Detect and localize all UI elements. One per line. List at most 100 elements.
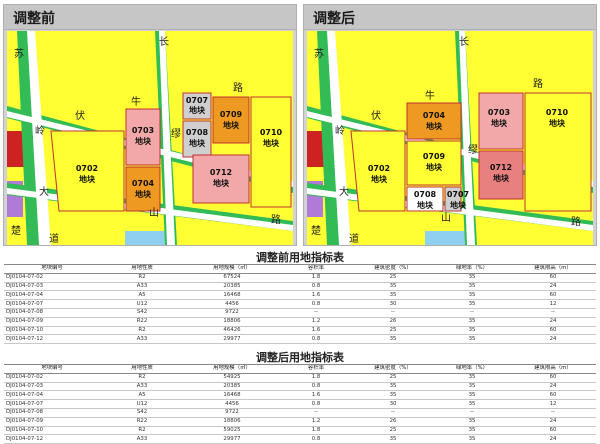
table-cell: 35 bbox=[434, 434, 510, 444]
table-cell: 25 bbox=[352, 426, 434, 436]
table-cell: 35 bbox=[434, 390, 510, 401]
road-label-niu: 牛 bbox=[425, 89, 435, 102]
table-cell: -- bbox=[510, 308, 596, 318]
parcel-0703-code: 0703 bbox=[132, 126, 154, 135]
parcel-0708-code: 0708 bbox=[414, 190, 437, 199]
table-row: DJ0104-07-03 A33 20385 0.8 35 35 24 bbox=[4, 382, 596, 392]
header-cell: 用地性质 bbox=[100, 364, 184, 374]
parcel-0702-label: 地块 bbox=[371, 174, 388, 184]
table-cell: 35 bbox=[434, 426, 510, 436]
table-cell: 30 bbox=[352, 299, 434, 309]
table-row: DJ0104-07-09 R22 18806 1.2 26 35 24 bbox=[4, 317, 596, 327]
table-cell: A5 bbox=[100, 290, 184, 301]
table-cell: S42 bbox=[100, 408, 184, 418]
table-cell: 0.8 bbox=[280, 399, 352, 409]
table-header-row: 地块编号 用地性质 用地规模（㎡） 容积率 建筑密度（%） 绿地率（%） 建筑限… bbox=[4, 364, 596, 374]
table-row: DJ0104-07-04 A5 16468 1.6 35 35 60 bbox=[4, 390, 596, 401]
table-cell: 1.8 bbox=[280, 273, 352, 283]
parcel-0710-code: 0710 bbox=[546, 108, 569, 117]
table-cell: -- bbox=[280, 308, 352, 318]
road-label-lu1: 路 bbox=[233, 81, 243, 94]
table-cell: 35 bbox=[352, 334, 434, 345]
parcel-0703-code: 0703 bbox=[488, 108, 510, 117]
table-cell: R22 bbox=[100, 317, 184, 327]
header-cell: 绿地率（%） bbox=[434, 264, 510, 274]
table-cell: 35 bbox=[434, 273, 510, 283]
table-cell: 35 bbox=[434, 299, 510, 309]
parcel-0712-label: 地块 bbox=[493, 173, 510, 183]
road-label-chang: 长 bbox=[459, 36, 469, 48]
table-cell: 35 bbox=[434, 373, 510, 383]
table-cell: A5 bbox=[100, 390, 184, 401]
map-panel-before: 调整前 0702 地块 0703 地块 0704 地块 0707 地块 0708… bbox=[3, 4, 297, 246]
table-cell: 0.8 bbox=[280, 299, 352, 309]
table-cell: 24 bbox=[510, 334, 596, 345]
road-label-ling: 岭 bbox=[35, 124, 45, 137]
table-cell: 29977 bbox=[184, 334, 280, 345]
parcel-0707-label: 地块 bbox=[450, 200, 467, 210]
table-cell: 24 bbox=[510, 434, 596, 444]
header-cell: 建筑限高（m） bbox=[510, 264, 596, 274]
table-cell: 25 bbox=[352, 273, 434, 283]
parcel-0708-code: 0708 bbox=[186, 128, 209, 137]
parcel-0704-code: 0704 bbox=[423, 111, 446, 120]
road-label-da: 大 bbox=[339, 185, 349, 198]
table-row: DJ0104-07-03 A33 20385 0.8 35 35 24 bbox=[4, 282, 596, 292]
indicator-table-before: 地块编号 用地性质 用地规模（㎡） 容积率 建筑密度（%） 绿地率（%） 建筑限… bbox=[4, 264, 596, 345]
table-cell: A33 bbox=[100, 334, 184, 345]
parcel-0704-label: 地块 bbox=[135, 189, 152, 199]
table-cell: 16468 bbox=[184, 390, 280, 401]
table-cell: 1.6 bbox=[280, 390, 352, 401]
parcel-0704 bbox=[125, 166, 161, 212]
road-label-lu1: 路 bbox=[533, 77, 543, 90]
table-row: DJ0104-07-02 R2 54925 1.8 25 35 60 bbox=[4, 373, 596, 383]
indicator-table-after: 地块编号 用地性质 用地规模（㎡） 容积率 建筑密度（%） 绿地率（%） 建筑限… bbox=[4, 364, 596, 444]
road-label-shan: 山 bbox=[441, 212, 451, 224]
table-cell: R2 bbox=[100, 373, 184, 383]
header-cell: 用地规模（㎡） bbox=[184, 364, 280, 374]
table-cell: 1.6 bbox=[280, 290, 352, 301]
table-cell: 20385 bbox=[184, 282, 280, 292]
table-cell: -- bbox=[434, 308, 510, 318]
road-label-chang: 长 bbox=[159, 36, 169, 48]
table-cell: 0.8 bbox=[280, 334, 352, 345]
table-cell: 54925 bbox=[184, 373, 280, 383]
table-cell: 18806 bbox=[184, 317, 280, 327]
parcel-0709 bbox=[212, 96, 250, 144]
table-cell: -- bbox=[510, 408, 596, 418]
parcel-0710-label: 地块 bbox=[549, 118, 566, 128]
parcel-0708-label: 地块 bbox=[417, 200, 434, 210]
table-cell: 35 bbox=[434, 399, 510, 409]
table-cell: A33 bbox=[100, 434, 184, 444]
table-cell: 9722 bbox=[184, 308, 280, 318]
map-panel-after: 调整后 0702 地块 0704 地块 0709 地块 0708 地块 0707… bbox=[303, 4, 597, 246]
panel-title-before: 调整前 bbox=[13, 11, 55, 27]
header-cell: 用地性质 bbox=[100, 264, 184, 274]
table-cell: 1.8 bbox=[280, 373, 352, 383]
table-cell: 24 bbox=[510, 417, 596, 427]
table-cell: DJ0104-07-12 bbox=[4, 434, 100, 444]
road-label-da: 大 bbox=[39, 185, 49, 198]
table-cell: 60 bbox=[510, 373, 596, 383]
header-cell: 建筑密度（%） bbox=[352, 364, 434, 374]
table-cell: 35 bbox=[352, 290, 434, 301]
table-cell: DJ0104-07-10 bbox=[4, 426, 100, 436]
road-label-mian: 缪 bbox=[468, 143, 478, 156]
table-cell: 16468 bbox=[184, 290, 280, 301]
table-body-after: DJ0104-07-02 R2 54925 1.8 25 35 60 DJ0104-07-03… bbox=[4, 373, 596, 444]
land-use-map-before: 0702 地块 0703 地块 0704 地块 0707 地块 0708 地块 … bbox=[7, 31, 293, 245]
table-cell: DJ0104-07-07 bbox=[4, 299, 100, 309]
parcel-0712-code: 0712 bbox=[210, 168, 232, 177]
parcel-0708-label: 地块 bbox=[189, 138, 206, 148]
table-cell: R2 bbox=[100, 326, 184, 336]
table-cell: 24 bbox=[510, 382, 596, 392]
header-cell: 用地规模（㎡） bbox=[184, 264, 280, 274]
parcel-0709-code: 0709 bbox=[220, 110, 243, 119]
table-cell: DJ0104-07-04 bbox=[4, 390, 100, 401]
table-row: DJ0104-07-07 U12 4456 0.8 30 35 12 bbox=[4, 399, 596, 409]
table-cell: 60 bbox=[510, 326, 596, 336]
table-title-before: 调整前用地指标表 bbox=[256, 251, 344, 264]
table-cell: 35 bbox=[352, 382, 434, 392]
table-cell: 26 bbox=[352, 317, 434, 327]
table-cell: 12 bbox=[510, 399, 596, 409]
